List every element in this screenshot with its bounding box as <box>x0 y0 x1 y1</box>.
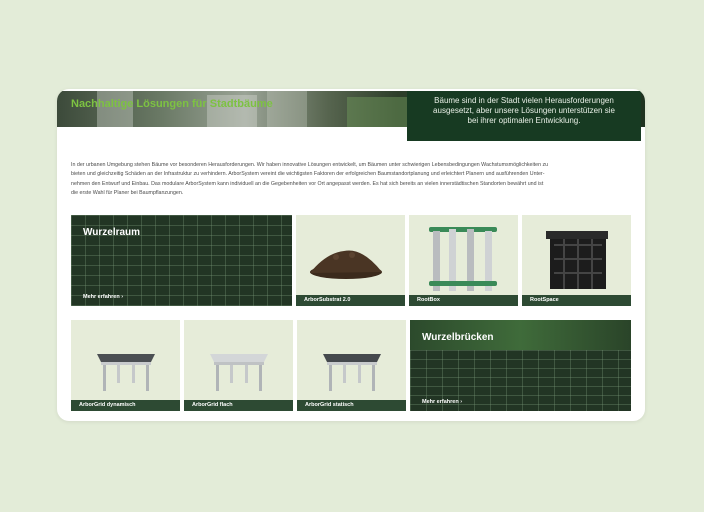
tile-title: Wurzelraum <box>83 227 141 238</box>
chevron-right-icon: › <box>121 294 124 300</box>
soil-pile-icon <box>310 250 382 279</box>
more-link[interactable]: Mehr erfahren › <box>83 294 123 300</box>
tile-label: RootBox <box>409 295 518 306</box>
tile-arborgrid-statisch[interactable]: ArborGrid statisch <box>297 320 406 411</box>
intro-line: die erste Wahl für Planer bei Baumpflanz… <box>71 189 184 196</box>
arborgrid-dynamisch-icon <box>97 354 155 391</box>
content-card: Nachhaltige Lösungen für Stadtbäume Bäum… <box>57 89 645 421</box>
intro-line: nehmen den Entwurf und Einbau. Das modul… <box>71 180 544 187</box>
tile-arborgrid-dynamisch[interactable]: ArborGrid dynamisch <box>71 320 180 411</box>
hero-text-box: Bäume sind in der Stadt vielen Herausfor… <box>407 91 641 141</box>
more-link-label: Mehr erfahren <box>422 399 459 405</box>
arborgrid-flach-icon <box>210 354 268 391</box>
intro-line: bieten und gleichzeitig Schäden an der I… <box>71 171 545 178</box>
arborgrid-statisch-icon <box>323 354 381 391</box>
rootbox-icon <box>429 227 497 291</box>
chevron-right-icon: › <box>460 399 463 405</box>
intro-line: In der urbanen Umgebung stehen Bäume vor… <box>71 162 549 168</box>
hero-title: Nachhaltige Lösungen für Stadtbäume <box>71 98 273 110</box>
tile-label: RootSpace <box>522 295 631 306</box>
tile-title: Wurzelbrücken <box>422 332 494 343</box>
hero-text-line: bei ihrer optimalen Entwicklung. <box>467 116 581 125</box>
tile-arborgrid-flach[interactable]: ArborGrid flach <box>184 320 293 411</box>
tile-rootbox[interactable]: RootBox <box>409 215 518 306</box>
more-link-label: Mehr erfahren <box>83 294 120 300</box>
tile-wurzelbruecken[interactable]: Wurzelbrücken Mehr erfahren › <box>410 320 631 411</box>
tile-label: ArborGrid dynamisch <box>71 400 180 411</box>
tile-label: ArborSubstrat 2.0 <box>296 295 405 306</box>
intro-paragraph: In der urbanen Umgebung stehen Bäume vor… <box>71 161 631 198</box>
tile-label: ArborGrid statisch <box>297 400 406 411</box>
tile-label: ArborGrid flach <box>184 400 293 411</box>
more-link[interactable]: Mehr erfahren › <box>422 399 462 405</box>
tile-arborsubstrat[interactable]: ArborSubstrat 2.0 <box>296 215 405 306</box>
rootspace-icon <box>546 231 608 289</box>
tile-rootspace[interactable]: RootSpace <box>522 215 631 306</box>
hero-text-line: Bäume sind in der Stadt vielen Herausfor… <box>434 96 614 105</box>
tile-wurzelraum[interactable]: Wurzelraum Mehr erfahren › <box>71 215 292 306</box>
hero-text-line: ausgesetzt, aber unsere Lösungen unterst… <box>433 106 615 115</box>
